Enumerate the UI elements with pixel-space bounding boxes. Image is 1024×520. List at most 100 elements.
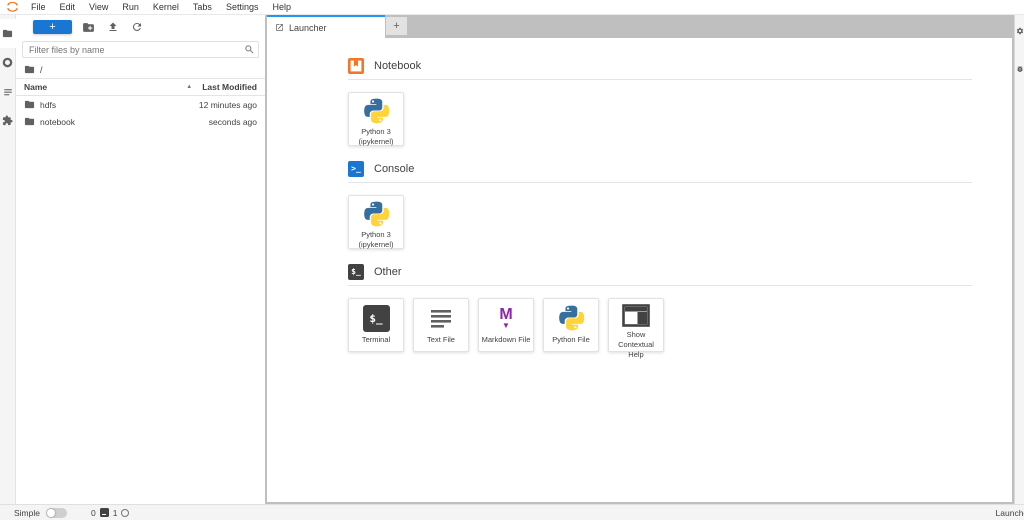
refresh-icon [131, 21, 143, 33]
file-row-hdfs[interactable]: hdfs 12 minutes ago [16, 96, 265, 113]
launcher-card-terminal[interactable]: $_ Terminal [348, 298, 404, 352]
section-title: Console [374, 163, 414, 175]
terminal-icon: $_ [348, 264, 364, 280]
running-circle-icon [2, 57, 13, 68]
menu-item-view[interactable]: View [82, 2, 115, 12]
launcher-section-notebook: Notebook Python [348, 57, 972, 146]
launcher-card-console-python3[interactable]: Python 3 (ipykernel) [348, 195, 404, 249]
file-browser-panel: + [16, 15, 265, 504]
menu-item-edit[interactable]: Edit [53, 2, 83, 12]
plus-icon: + [49, 22, 55, 32]
card-label: Python File [550, 335, 592, 345]
plus-icon: + [393, 20, 399, 32]
folder-icon [24, 99, 35, 110]
jupyter-logo [0, 2, 24, 12]
refresh-button[interactable] [129, 20, 144, 35]
file-list-header: Name ▲ Last Modified [16, 78, 265, 96]
breadcrumb-root[interactable]: / [40, 65, 43, 75]
section-divider [348, 285, 972, 286]
puzzle-icon [2, 115, 13, 126]
menu-item-file[interactable]: File [24, 2, 53, 12]
current-activity-label: Launcher [996, 508, 1024, 518]
simple-mode-toggle[interactable] [46, 508, 67, 518]
file-modified: 12 minutes ago [199, 100, 257, 110]
menu-bar: File Edit View Run Kernel Tabs Settings … [0, 0, 1024, 15]
sidebar-tab-running-kernels[interactable] [0, 48, 16, 77]
file-row-notebook[interactable]: notebook seconds ago [16, 113, 265, 130]
running-sessions-status[interactable]: 0 1 [91, 508, 129, 518]
tab-label: Launcher [289, 23, 327, 33]
console-icon: >_ [348, 161, 364, 177]
menu-item-help[interactable]: Help [265, 2, 298, 12]
launcher-card-contextual-help[interactable]: Show Contextual Help [608, 298, 664, 352]
filter-files-field [22, 41, 259, 58]
filter-files-input[interactable] [22, 41, 259, 58]
card-label: Show Contextual Help [609, 330, 663, 359]
card-label: Python 3 (ipykernel) [349, 127, 403, 147]
python-icon [363, 201, 390, 227]
launcher-card-text-file[interactable]: Text File [413, 298, 469, 352]
python-icon [558, 304, 585, 332]
file-name: hdfs [40, 100, 56, 110]
kernel-count: 1 [113, 508, 118, 518]
folder-icon [2, 28, 13, 39]
section-title: Notebook [374, 60, 421, 72]
launcher-card-markdown-file[interactable]: M ▼ Markdown File [478, 298, 534, 352]
launcher-icon [275, 23, 284, 32]
right-tab-property-inspector[interactable] [1016, 27, 1024, 35]
menu-item-kernel[interactable]: Kernel [146, 2, 186, 12]
new-folder-icon [82, 21, 95, 34]
section-title: Other [374, 266, 402, 278]
menu-item-run[interactable]: Run [115, 2, 146, 12]
launcher-card-python-file[interactable]: Python File [543, 298, 599, 352]
new-launcher-button[interactable]: + [33, 20, 72, 34]
file-name: notebook [40, 117, 75, 127]
kernel-status-icon [121, 509, 129, 517]
python-icon [363, 98, 390, 124]
section-divider [348, 182, 972, 183]
sidebar-tab-table-of-contents[interactable] [0, 77, 16, 106]
simple-mode-label: Simple [14, 508, 40, 518]
bug-icon [1016, 65, 1024, 73]
notebook-icon [348, 58, 364, 74]
toggle-knob [47, 509, 55, 517]
markdown-icon: M ▼ [499, 307, 512, 330]
status-bar: Simple 0 1 Launcher [0, 504, 1024, 520]
list-icon [3, 87, 13, 97]
launcher-section-other: $_ Other $_ Terminal [348, 263, 972, 352]
card-label: Markdown File [480, 335, 533, 345]
tab-launcher[interactable]: Launcher [267, 15, 385, 38]
terminal-icon: $_ [363, 305, 390, 332]
menu-item-tabs[interactable]: Tabs [186, 2, 219, 12]
upload-icon [107, 21, 119, 33]
right-tab-debugger[interactable] [1016, 65, 1024, 73]
new-tab-button[interactable]: + [386, 17, 407, 35]
launcher-section-console: >_ Console [348, 160, 972, 249]
right-sidebar [1014, 15, 1024, 504]
search-icon [244, 44, 255, 55]
text-file-icon [428, 304, 454, 332]
card-label: Terminal [360, 335, 392, 345]
upload-button[interactable] [105, 20, 120, 35]
jupyterlab-window: File Edit View Run Kernel Tabs Settings … [0, 0, 1024, 520]
tab-bar: Launcher + [265, 15, 1014, 38]
sidebar-tab-extensions[interactable] [0, 106, 16, 135]
file-modified: seconds ago [209, 117, 257, 127]
folder-icon [24, 116, 35, 127]
contextual-help-icon [622, 304, 650, 327]
new-folder-button[interactable] [81, 20, 96, 35]
jupyter-logo-icon [6, 2, 19, 12]
left-sidebar [0, 15, 16, 504]
launcher-panel: Notebook Python [267, 38, 1012, 502]
breadcrumb[interactable]: / [16, 60, 265, 78]
terminal-count: 0 [91, 508, 96, 518]
column-header-last-modified[interactable]: Last Modified [202, 82, 257, 92]
column-header-name[interactable]: Name ▲ [24, 82, 202, 92]
launcher-card-notebook-python3[interactable]: Python 3 (ipykernel) [348, 92, 404, 146]
markdown-down-arrow: ▼ [502, 322, 510, 330]
sidebar-tab-file-browser[interactable] [0, 19, 16, 48]
home-folder-icon [24, 64, 35, 75]
menu-item-settings[interactable]: Settings [219, 2, 266, 12]
terminal-status-icon [100, 508, 109, 517]
sort-ascending-icon[interactable]: ▲ [186, 84, 192, 90]
